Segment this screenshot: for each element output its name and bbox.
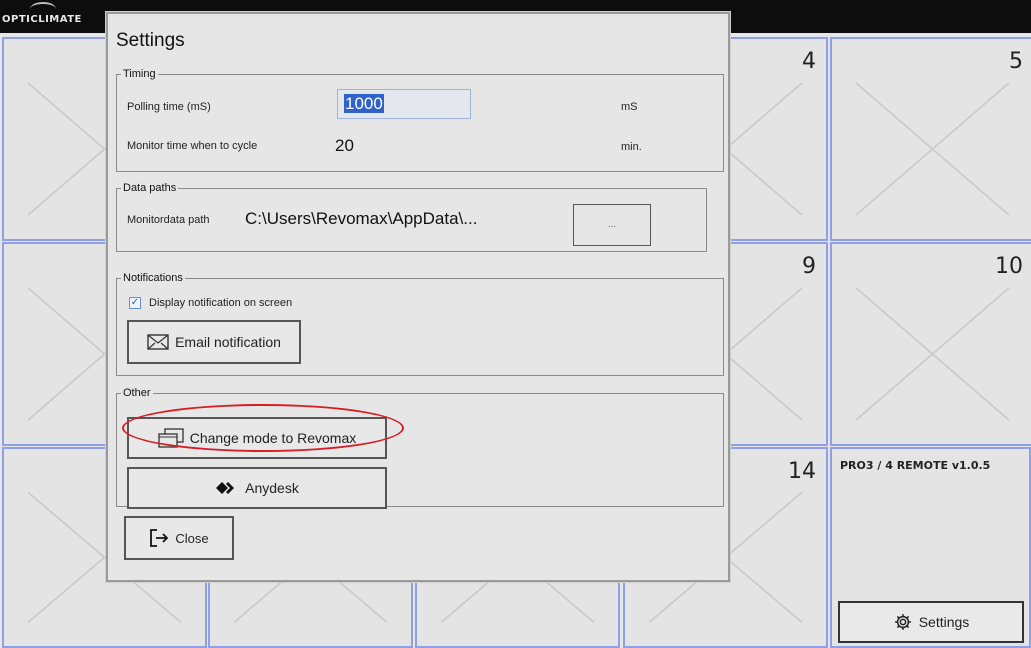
remote-panel: PRO3 / 4 REMOTE v1.0.5 Settings — [830, 447, 1031, 648]
exit-icon — [150, 529, 169, 547]
polling-time-label: Polling time (mS) — [127, 101, 211, 113]
settings-button-label: Settings — [918, 614, 970, 630]
tile-number: 5 — [1009, 49, 1023, 74]
settings-dialog: Settings Timing Polling time (mS) 1000 m… — [106, 12, 730, 582]
monitordata-path-label: Monitordata path — [127, 214, 210, 226]
polling-time-value: 1000 — [344, 94, 384, 113]
window-switch-icon — [158, 428, 184, 448]
anydesk-label: Anydesk — [245, 480, 299, 496]
placeholder-cross-icon — [855, 82, 1010, 216]
data-paths-group: Data paths Monitordata path C:\Users\Rev… — [116, 182, 707, 252]
polling-time-input[interactable]: 1000 — [337, 89, 471, 119]
version-label: PRO3 / 4 REMOTE v1.0.5 — [840, 459, 991, 472]
dialog-title: Settings — [116, 30, 185, 51]
display-notification-checkbox[interactable]: ✓ — [129, 297, 141, 309]
tile-number: 10 — [995, 254, 1023, 279]
envelope-icon — [147, 334, 169, 350]
gear-icon — [894, 614, 911, 630]
tile-number: 4 — [802, 49, 816, 74]
email-notification-label: Email notification — [175, 334, 281, 350]
other-group: Other Change mode to Revomax Anydesk — [116, 387, 724, 509]
change-mode-label: Change mode to Revomax — [189, 430, 357, 446]
polling-time-unit: mS — [621, 101, 638, 113]
close-button[interactable]: Close — [124, 516, 234, 560]
change-mode-button[interactable]: Change mode to Revomax — [127, 417, 387, 459]
timing-group: Timing Polling time (mS) 1000 mS Monitor… — [116, 68, 724, 172]
data-paths-legend: Data paths — [123, 182, 177, 194]
notifications-legend: Notifications — [123, 272, 183, 284]
settings-button[interactable]: Settings — [838, 601, 1024, 643]
email-notification-button[interactable]: Email notification — [127, 320, 301, 364]
monitor-time-label: Monitor time when to cycle — [127, 140, 258, 152]
monitor-time-unit: min. — [621, 141, 642, 153]
tile-number: 14 — [788, 459, 816, 484]
timing-legend: Timing — [123, 68, 156, 80]
app-logo: OPTICLIMATE — [2, 14, 82, 25]
display-notification-label[interactable]: Display notification on screen — [149, 297, 292, 309]
monitor-time-value[interactable]: 20 — [335, 136, 354, 156]
notifications-group: Notifications ✓ Display notification on … — [116, 272, 724, 376]
tile-5[interactable]: 5 — [830, 37, 1031, 241]
tile-10[interactable]: 10 — [830, 242, 1031, 446]
close-label: Close — [175, 530, 209, 546]
browse-button[interactable]: ... — [573, 204, 651, 246]
anydesk-button[interactable]: Anydesk — [127, 467, 387, 509]
other-legend: Other — [123, 387, 151, 399]
tile-number: 9 — [802, 254, 816, 279]
monitordata-path-value: C:\Users\Revomax\AppData\... — [245, 209, 478, 228]
anydesk-icon — [216, 482, 235, 494]
